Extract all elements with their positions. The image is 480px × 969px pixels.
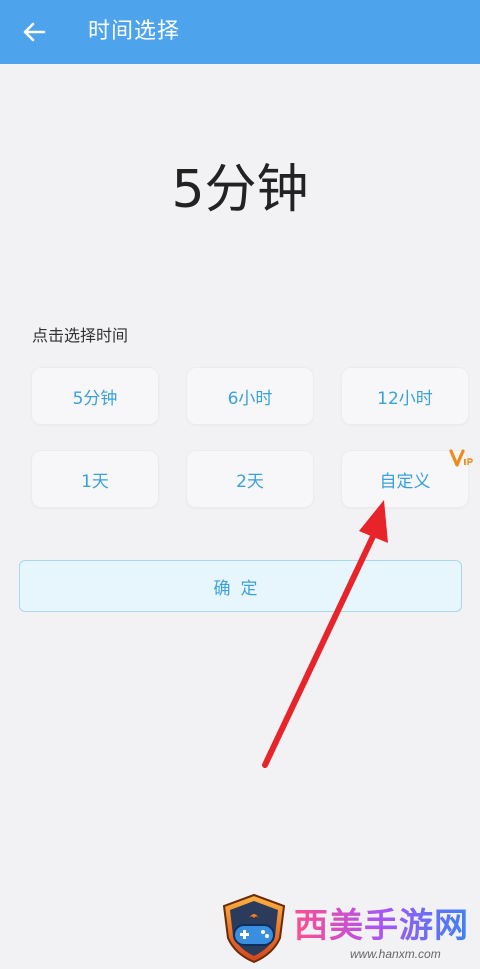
back-arrow-icon[interactable] xyxy=(20,18,48,46)
page-title: 时间选择 xyxy=(88,19,181,44)
app-header: 时间选择 xyxy=(0,0,480,64)
watermark-logo xyxy=(222,893,286,964)
selected-time-display: 5分钟 xyxy=(171,160,309,220)
option-1-day[interactable]: 1天 xyxy=(31,450,159,508)
confirm-button[interactable]: 确定 xyxy=(19,560,462,612)
watermark-site-name: 西美手游网 xyxy=(294,906,469,946)
option-2-days[interactable]: 2天 xyxy=(186,450,314,508)
vip-badge-icon xyxy=(449,449,473,467)
option-6-hours[interactable]: 6小时 xyxy=(186,367,314,425)
option-12-hours[interactable]: 12小时 xyxy=(341,367,469,425)
option-5-minutes[interactable]: 5分钟 xyxy=(31,367,159,425)
section-label: 点击选择时间 xyxy=(32,326,129,345)
watermark-url: www.hanxm.com xyxy=(350,947,441,961)
